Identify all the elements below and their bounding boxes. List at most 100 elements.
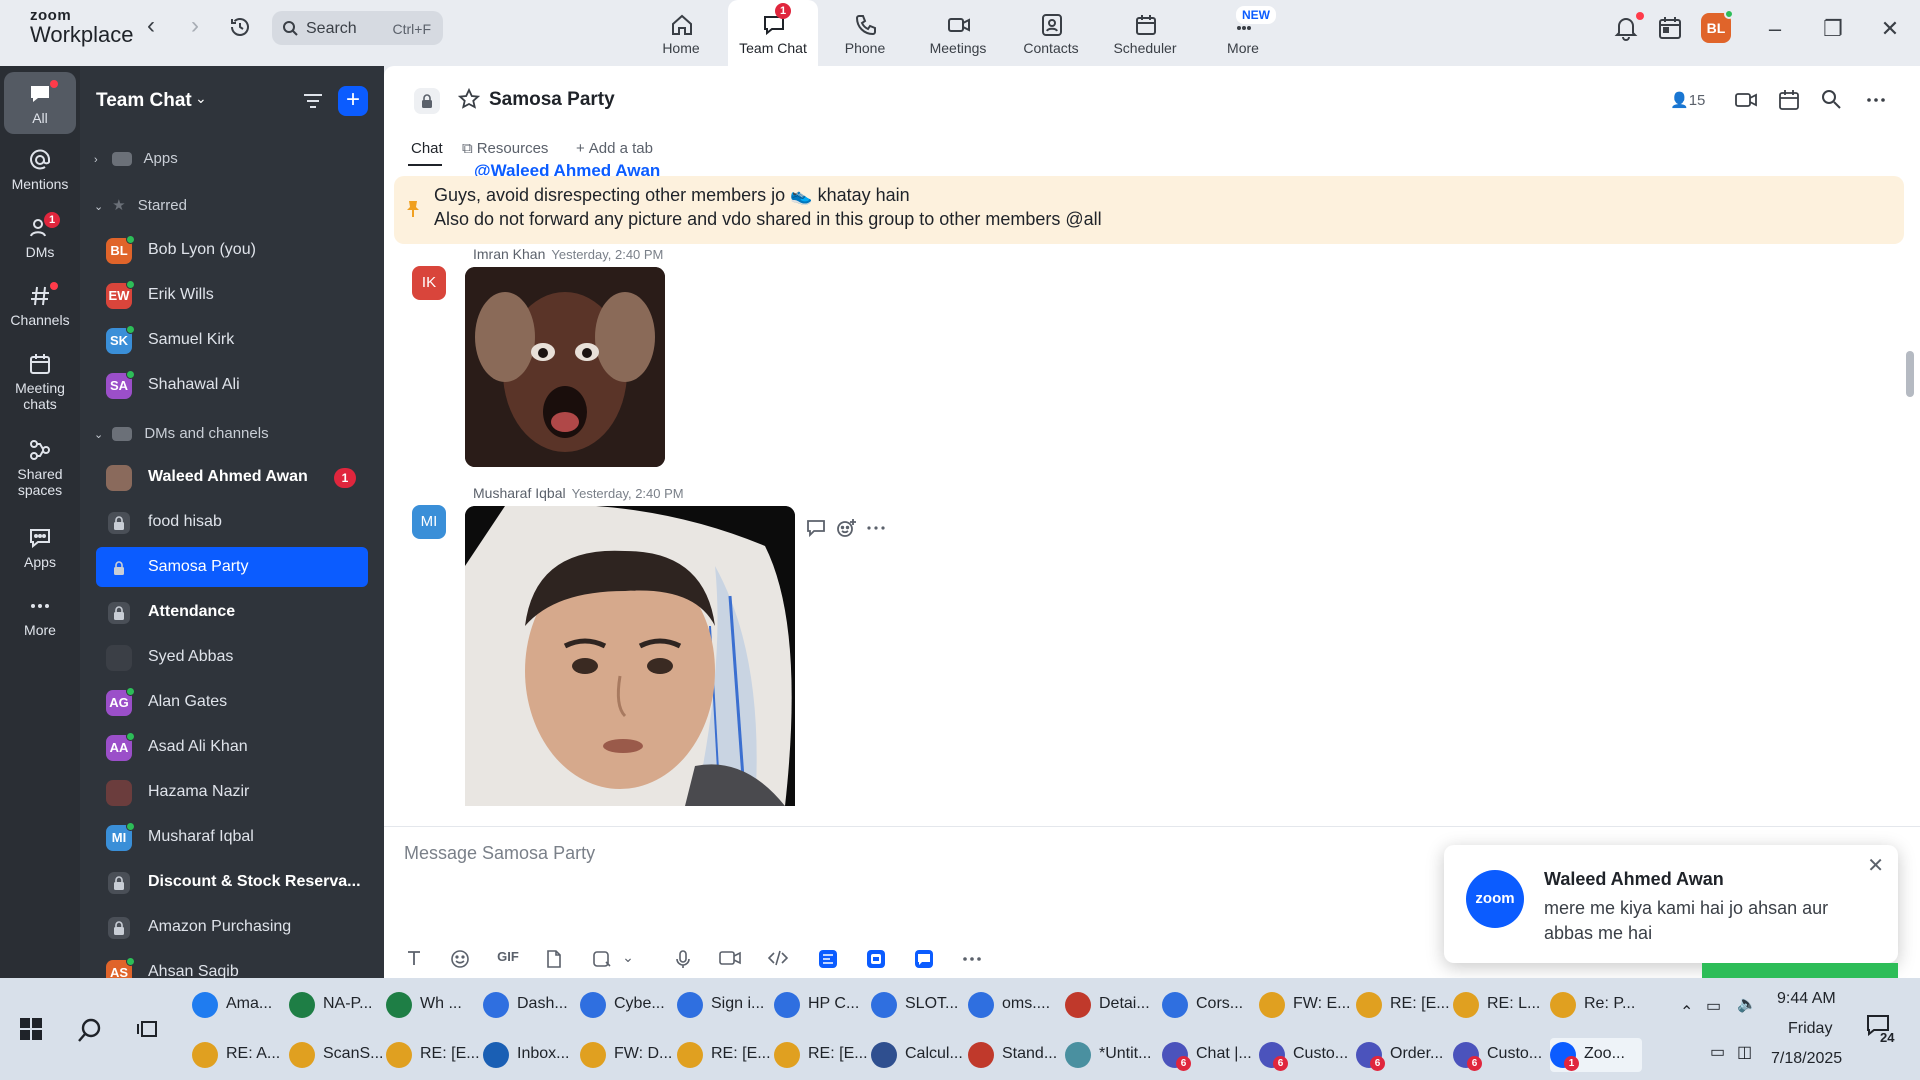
chevron-down-icon[interactable]: ⌄ [195, 90, 207, 107]
message-input[interactable]: Message Samosa Party [404, 843, 595, 864]
message-image[interactable] [465, 506, 795, 806]
search-input[interactable]: Search Ctrl+F [272, 11, 443, 45]
notifications-bell-icon[interactable] [1612, 12, 1644, 42]
taskbar-button[interactable]: Wh ... [386, 988, 478, 1022]
member-count[interactable]: 👤15 [1670, 91, 1705, 109]
close-icon[interactable]: ✕ [1867, 853, 1884, 878]
taskbar-button[interactable]: FW: E... [1259, 988, 1351, 1022]
search-icon[interactable] [1820, 88, 1846, 114]
pinned-message[interactable]: Guys, avoid disrespecting other members … [394, 176, 1904, 244]
tab-contacts[interactable]: Contacts [1006, 0, 1096, 66]
rail-apps[interactable]: Apps [4, 526, 76, 570]
sidebar-item[interactable]: Amazon Purchasing [96, 907, 368, 947]
format-text-icon[interactable] [402, 949, 426, 971]
star-icon[interactable] [457, 87, 481, 115]
taskbar-button[interactable]: RE: [E... [774, 1038, 868, 1072]
rail-shared-spaces[interactable]: Shared spaces [4, 438, 76, 498]
sidebar-item[interactable]: Discount & Stock Reserva... [96, 862, 368, 902]
taskbar-button[interactable]: Inbox... [483, 1038, 575, 1072]
taskbar-button[interactable]: *Untit... [1065, 1038, 1157, 1072]
rail-more[interactable]: More [4, 594, 76, 638]
sidebar-item[interactable]: BL Bob Lyon (you) [96, 230, 368, 270]
more-actions-icon[interactable] [865, 517, 887, 539]
tab-home[interactable]: Home [636, 0, 726, 66]
video-message-icon[interactable] [718, 949, 742, 971]
taskbar-button[interactable]: RE: A... [192, 1038, 284, 1072]
add-tab-button[interactable]: + Add a tab [576, 140, 653, 157]
calendar-icon[interactable] [1777, 88, 1803, 114]
taskbar-button[interactable]: Cors... [1162, 988, 1254, 1022]
app-shortcut-icon[interactable] [816, 949, 840, 971]
back-arrow-icon[interactable]: ‹ [139, 14, 163, 40]
tab-meetings[interactable]: Meetings [913, 0, 1003, 66]
clock-time[interactable]: 9:44 AM [1777, 990, 1836, 1008]
emoji-icon[interactable] [448, 949, 472, 971]
taskbar-search-icon[interactable] [76, 1016, 104, 1049]
tab-chat[interactable]: Chat [411, 140, 443, 157]
message-image[interactable] [465, 267, 665, 467]
reply-thread-icon[interactable] [805, 517, 827, 539]
tab-resources[interactable]: ⧉ Resources [462, 140, 548, 157]
taskbar-button[interactable]: Sign i... [677, 988, 769, 1022]
battery-icon[interactable]: ▭ [1706, 996, 1721, 1016]
taskbar-button[interactable]: Stand... [968, 1038, 1060, 1072]
sidebar-item[interactable]: Samosa Party [96, 547, 368, 587]
video-call-icon[interactable] [1734, 88, 1760, 114]
taskbar-button[interactable]: HP C... [774, 988, 866, 1022]
screenshot-icon[interactable] [590, 949, 614, 971]
rail-dms[interactable]: 1 DMs [4, 212, 76, 260]
taskbar-button[interactable]: SLOT... [871, 988, 963, 1022]
microphone-icon[interactable] [671, 949, 695, 971]
taskbar-button[interactable]: RE: L... [1453, 988, 1545, 1022]
taskbar-button[interactable]: 6 Custo... [1453, 1038, 1545, 1072]
app-shortcut-icon[interactable] [864, 949, 888, 971]
windows-start-icon[interactable] [20, 1018, 42, 1045]
more-tools-icon[interactable] [960, 949, 984, 971]
avatar[interactable]: IK [412, 266, 446, 300]
new-chat-plus-icon[interactable]: + [338, 86, 368, 116]
taskbar-button[interactable]: Dash... [483, 988, 575, 1022]
taskbar-button[interactable]: FW: D... [580, 1038, 672, 1072]
sidebar-item[interactable]: Waleed Ahmed Awan 1 [96, 457, 368, 497]
taskbar-button[interactable]: 6 Chat |... [1162, 1038, 1254, 1072]
message-author[interactable]: Musharaf Iqbal [473, 485, 566, 501]
rail-mentions[interactable]: Mentions [4, 148, 76, 192]
taskbar-button[interactable]: Detai... [1065, 988, 1157, 1022]
rail-meeting-chats[interactable]: Meeting chats [4, 352, 76, 412]
volume-icon[interactable]: 🔈 [1737, 994, 1757, 1014]
taskbar-button[interactable]: 6 Order... [1356, 1038, 1448, 1072]
taskbar-button[interactable]: oms.... [968, 988, 1060, 1022]
taskbar-button[interactable]: Re: P... [1550, 988, 1642, 1022]
tab-phone[interactable]: Phone [820, 0, 910, 66]
apps-section[interactable]: › Apps [94, 150, 178, 167]
sidebar-item[interactable]: SK Samuel Kirk [96, 320, 368, 360]
calendar-icon[interactable] [1656, 14, 1684, 42]
restore-icon[interactable]: ❐ [1818, 16, 1848, 42]
history-icon[interactable] [228, 15, 252, 39]
sidebar-item[interactable]: EW Erik Wills [96, 275, 368, 315]
scrollbar[interactable] [1906, 351, 1914, 397]
chevron-up-icon[interactable]: ⌃ [1680, 1002, 1693, 1022]
message-author[interactable]: Imran Khan [473, 246, 545, 262]
toast-action-bar[interactable] [1702, 963, 1898, 978]
taskbar-button[interactable]: 6 Custo... [1259, 1038, 1351, 1072]
gif-button[interactable]: GIF [493, 949, 523, 971]
sidebar-item[interactable]: AS Ahsan Saqib [96, 952, 368, 978]
taskbar-button[interactable]: Ama... [192, 988, 284, 1022]
forward-arrow-icon[interactable]: › [183, 14, 207, 40]
file-icon[interactable] [542, 949, 566, 971]
rail-channels[interactable]: Channels [4, 282, 76, 328]
chevron-down-icon[interactable]: ⌄ [616, 949, 640, 971]
sidebar-item[interactable]: Attendance [96, 592, 368, 632]
sidebar-item[interactable]: AG Alan Gates [96, 682, 368, 722]
sidebar-item[interactable]: food hisab [96, 502, 368, 542]
sidebar-item[interactable]: AA Asad Ali Khan [96, 727, 368, 767]
tab-team-chat[interactable]: 1 Team Chat [728, 0, 818, 66]
notification-toast[interactable]: zoom Waleed Ahmed Awan mere me kiya kami… [1444, 845, 1898, 963]
task-view-icon[interactable] [136, 1018, 160, 1045]
add-reaction-icon[interactable] [835, 517, 857, 539]
taskbar-button[interactable]: ScanS... [289, 1038, 383, 1072]
display-icon[interactable]: ◫ [1737, 1042, 1752, 1062]
starred-section[interactable]: ⌄ ★ Starred [94, 196, 187, 214]
avatar[interactable]: MI [412, 505, 446, 539]
